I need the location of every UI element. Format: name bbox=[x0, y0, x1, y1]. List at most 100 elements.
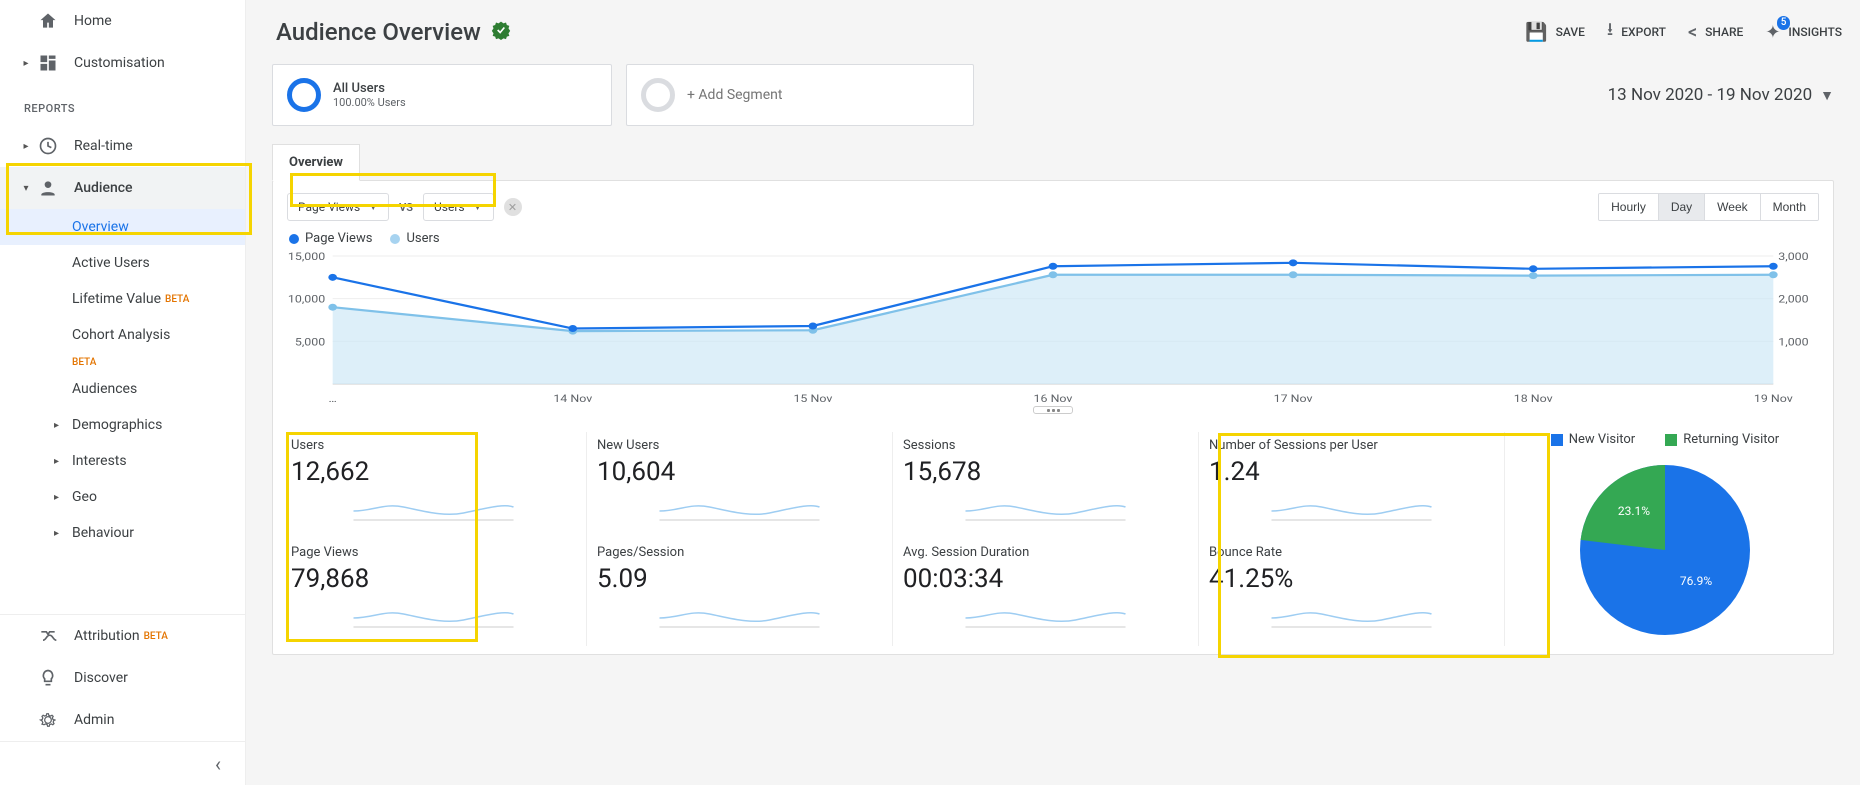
granularity-hourly[interactable]: Hourly bbox=[1599, 194, 1658, 220]
legend-sq-ret bbox=[1665, 434, 1677, 446]
metric-card[interactable]: Bounce Rate 41.25% bbox=[1199, 539, 1505, 646]
svg-text:23.1%: 23.1% bbox=[1618, 504, 1650, 518]
svg-text:…: … bbox=[329, 393, 337, 405]
main-content: Audience Overview 💾SAVE ⭳EXPORT <SHARE ✦… bbox=[246, 0, 1860, 785]
metric-a-dropdown[interactable]: Page Views▼ bbox=[287, 193, 389, 221]
sidebar-sub-overview[interactable]: Overview bbox=[0, 209, 245, 245]
sidebar-sub-cohort-analysis[interactable]: Cohort Analysis bbox=[0, 317, 245, 353]
sidebar-sub-audiences[interactable]: Audiences bbox=[0, 371, 245, 407]
metric-label: Pages/Session bbox=[597, 545, 882, 560]
metric-card[interactable]: Sessions 15,678 bbox=[893, 432, 1199, 539]
legend-sq-new bbox=[1551, 434, 1563, 446]
metric-card[interactable]: Users 12,662 bbox=[281, 432, 587, 539]
legend-dot-b bbox=[390, 234, 400, 244]
metric-b-dropdown[interactable]: Users▼ bbox=[423, 193, 494, 221]
beta-badge: BETA bbox=[144, 631, 168, 642]
metric-label: Sessions bbox=[903, 438, 1188, 453]
save-button[interactable]: 💾SAVE bbox=[1525, 22, 1585, 43]
sidebar-reports-heading: REPORTS bbox=[0, 84, 245, 125]
svg-text:18 Nov: 18 Nov bbox=[1514, 393, 1553, 405]
metrics-grid: Users 12,662 New Users 10,604 Sessions 1… bbox=[281, 432, 1505, 646]
attribution-icon bbox=[36, 626, 60, 646]
metric-value: 10,604 bbox=[597, 457, 882, 487]
daterange-label: 13 Nov 2020 - 19 Nov 2020 bbox=[1608, 85, 1813, 105]
sidebar-customisation-label: Customisation bbox=[74, 55, 165, 71]
sidebar-audience[interactable]: ▾ Audience bbox=[0, 167, 245, 209]
sidebar-sub-interests[interactable]: ▸Interests bbox=[0, 443, 245, 479]
metric-value: 79,868 bbox=[291, 564, 576, 594]
visitor-pie-panel: New Visitor Returning Visitor 23.1%76.9% bbox=[1505, 432, 1825, 646]
metric-label: New Users bbox=[597, 438, 882, 453]
add-segment-button[interactable]: + Add Segment bbox=[626, 64, 974, 126]
sidebar-sub-cohort-beta: BETA bbox=[0, 353, 245, 371]
chevron-left-icon: ‹ bbox=[215, 752, 221, 776]
granularity-month[interactable]: Month bbox=[1760, 194, 1818, 220]
metric-card[interactable]: Number of Sessions per User 1.24 bbox=[1199, 432, 1505, 539]
granularity-day[interactable]: Day bbox=[1658, 194, 1704, 220]
sidebar-sub-behaviour[interactable]: ▸Behaviour bbox=[0, 515, 245, 551]
bulb-icon bbox=[36, 668, 60, 688]
segment-row: All Users 100.00% Users + Add Segment 13… bbox=[272, 64, 1834, 126]
svg-text:19 Nov: 19 Nov bbox=[1754, 393, 1793, 405]
sidebar-sub-geo[interactable]: ▸Geo bbox=[0, 479, 245, 515]
add-segment-label: + Add Segment bbox=[687, 87, 782, 103]
share-button[interactable]: <SHARE bbox=[1688, 22, 1743, 43]
sidebar-discover[interactable]: Discover bbox=[0, 657, 245, 699]
person-icon bbox=[36, 178, 60, 198]
caret-right-icon: ▸ bbox=[54, 456, 68, 467]
sidebar-home[interactable]: Home bbox=[0, 0, 245, 42]
caret-right-icon: ▸ bbox=[54, 528, 68, 539]
sidebar-customisation[interactable]: ▸ Customisation bbox=[0, 42, 245, 84]
granularity-week[interactable]: Week bbox=[1704, 194, 1759, 220]
metric-card[interactable]: New Users 10,604 bbox=[587, 432, 893, 539]
metric-card[interactable]: Avg. Session Duration 00:03:34 bbox=[893, 539, 1199, 646]
sidebar-sub-active-users[interactable]: Active Users bbox=[0, 245, 245, 281]
svg-text:1,000: 1,000 bbox=[1778, 336, 1808, 348]
pie-legend: New Visitor Returning Visitor bbox=[1505, 432, 1825, 447]
overview-card: Page Views▼ VS Users▼ ✕ Hourly Day Week … bbox=[272, 180, 1834, 655]
sidebar-attribution[interactable]: Attribution BETA bbox=[0, 615, 245, 657]
sidebar-realtime-label: Real-time bbox=[74, 138, 133, 154]
share-icon: < bbox=[1688, 22, 1697, 43]
svg-text:10,000: 10,000 bbox=[288, 294, 325, 306]
svg-text:2,000: 2,000 bbox=[1778, 294, 1808, 306]
caret-right-icon: ▸ bbox=[54, 492, 68, 503]
caret-right-icon: ▸ bbox=[54, 420, 68, 431]
gear-icon bbox=[36, 710, 60, 730]
sidebar-collapse[interactable]: ‹ bbox=[0, 741, 245, 785]
svg-text:16 Nov: 16 Nov bbox=[1034, 393, 1073, 405]
svg-text:17 Nov: 17 Nov bbox=[1274, 393, 1313, 405]
tab-overview[interactable]: Overview bbox=[272, 144, 360, 181]
page-title: Audience Overview bbox=[276, 18, 481, 46]
sidebar-sub-demographics[interactable]: ▸Demographics bbox=[0, 407, 245, 443]
metric-label: Users bbox=[291, 438, 576, 453]
caret-down-icon: ▼ bbox=[368, 202, 378, 213]
line-chart: 15,00010,0005,0003,0002,0001,000…14 Nov1… bbox=[283, 250, 1823, 410]
metric-value: 5.09 bbox=[597, 564, 882, 594]
save-icon: 💾 bbox=[1525, 22, 1547, 43]
caret-down-icon: ▼ bbox=[473, 202, 483, 213]
sidebar-realtime[interactable]: ▸ Real-time bbox=[0, 125, 245, 167]
metric-card[interactable]: Page Views 79,868 bbox=[281, 539, 587, 646]
clock-icon bbox=[36, 136, 60, 156]
metric-label: Bounce Rate bbox=[1209, 545, 1494, 560]
vs-label: VS bbox=[399, 201, 413, 214]
remove-metric-b-button[interactable]: ✕ bbox=[504, 198, 522, 216]
metric-label: Page Views bbox=[291, 545, 576, 560]
insights-button[interactable]: ✦INSIGHTS bbox=[1765, 22, 1842, 43]
tab-strip: Overview bbox=[272, 144, 1834, 181]
sidebar-audience-label: Audience bbox=[74, 180, 133, 196]
sidebar: Home ▸ Customisation REPORTS ▸ Real-time… bbox=[0, 0, 246, 785]
segment-name: All Users bbox=[333, 81, 406, 96]
export-button[interactable]: ⭳EXPORT bbox=[1607, 17, 1666, 47]
sidebar-admin[interactable]: Admin bbox=[0, 699, 245, 741]
metric-value: 1.24 bbox=[1209, 457, 1494, 487]
sidebar-sub-lifetime-value[interactable]: Lifetime ValueBETA bbox=[0, 281, 245, 317]
metric-card[interactable]: Pages/Session 5.09 bbox=[587, 539, 893, 646]
pie-chart: 23.1%76.9% bbox=[1560, 455, 1770, 635]
sidebar-home-label: Home bbox=[74, 13, 112, 29]
metric-label: Number of Sessions per User bbox=[1209, 438, 1494, 453]
daterange-picker[interactable]: 13 Nov 2020 - 19 Nov 2020 ▼ bbox=[1608, 85, 1834, 105]
svg-text:14 Nov: 14 Nov bbox=[553, 393, 592, 405]
segment-all-users[interactable]: All Users 100.00% Users bbox=[272, 64, 612, 126]
